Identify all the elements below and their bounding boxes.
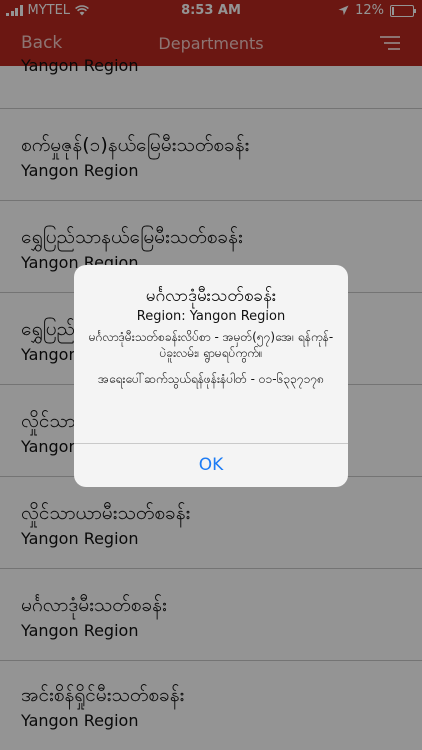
alert-region-line: Region: Yangon Region	[136, 309, 286, 324]
alert-dialog: မင်္ဂလာဒုံမီးသတ်စခန်း Region: Yangon Reg…	[74, 265, 348, 487]
alert-title: မင်္ဂလာဒုံမီးသတ်စခန်း	[145, 286, 277, 306]
ok-button[interactable]: OK	[74, 443, 348, 487]
alert-phone-line: အရေးပေါ်ဆက်သွယ်ရန်ဖုန်းနံပါတ် - ၀၁-၆၃၃၇၁…	[97, 372, 324, 386]
alert-address-line: မင်္ဂလာဒုံမီးသတ်စခန်းလိပ်စာ - အမှတ်(၅၇)အ…	[88, 330, 334, 360]
alert-message: Region: Yangon Region မင်္ဂလာဒုံမီးသတ်စခ…	[88, 309, 334, 391]
